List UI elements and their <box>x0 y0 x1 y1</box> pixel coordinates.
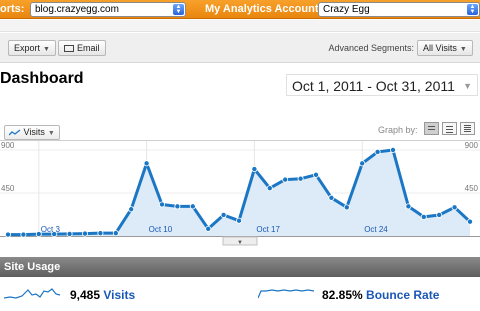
visits-stat[interactable]: 9,485 Visits <box>70 288 135 302</box>
data-point <box>66 230 73 237</box>
x-tick-label: Oct 17 <box>256 225 280 234</box>
graph-by-label: Graph by: <box>378 125 418 135</box>
data-point <box>343 204 350 211</box>
line-chart-icon <box>8 129 21 136</box>
data-point <box>189 203 196 210</box>
segment-select[interactable]: All Visits ▼ <box>417 40 473 56</box>
bounce-rate-value: 82.85% <box>322 288 363 302</box>
metric-selector-label: Visits <box>23 127 45 137</box>
page-title: Dashboard <box>0 70 84 87</box>
data-point <box>374 148 381 155</box>
y-tick-label: 450 <box>1 184 15 193</box>
site-usage-header: Site Usage <box>0 257 480 277</box>
data-point <box>97 230 104 237</box>
envelope-icon <box>64 45 74 52</box>
date-range-value: Oct 1, 2011 - Oct 31, 2011 <box>292 78 455 94</box>
email-button[interactable]: Email <box>58 40 106 56</box>
data-point <box>251 166 258 173</box>
x-tick-label: Oct 24 <box>364 225 388 234</box>
data-point <box>436 211 443 218</box>
chevron-down-icon: ▼ <box>43 46 50 53</box>
divider-strip <box>0 20 480 32</box>
data-point <box>359 160 366 167</box>
export-button[interactable]: Export ▼ <box>8 40 56 56</box>
account-select-value: Crazy Egg <box>323 4 370 15</box>
graph-by-day-button[interactable] <box>424 122 439 135</box>
data-point <box>143 160 150 167</box>
chevron-down-icon: ▼ <box>463 81 472 91</box>
data-point <box>389 147 396 153</box>
data-point <box>235 217 242 224</box>
y-tick-label: 900 <box>465 141 479 150</box>
data-point <box>5 231 11 238</box>
bounce-rate-sparkline <box>258 289 315 299</box>
graph-by-month-button[interactable] <box>460 122 475 135</box>
email-label: Email <box>77 43 100 53</box>
data-point <box>20 231 27 238</box>
data-point <box>112 230 119 237</box>
data-point <box>220 211 227 218</box>
data-point <box>405 203 412 210</box>
export-label: Export <box>14 43 41 53</box>
data-point <box>82 230 89 237</box>
x-tick-label: Oct 10 <box>149 225 173 234</box>
data-point <box>266 185 273 192</box>
select-arrows-icon: ▲ ▼ <box>173 4 184 15</box>
bounce-rate-link[interactable]: Bounce Rate <box>366 288 439 302</box>
site-select[interactable]: blog.crazyegg.com ▲ ▼ <box>30 2 186 17</box>
data-point <box>205 225 212 232</box>
visits-link[interactable]: Visits <box>103 288 135 302</box>
account-select[interactable]: Crazy Egg ▲ ▼ <box>318 2 480 17</box>
reports-label: orts: <box>0 3 25 15</box>
graph-by-week-button[interactable] <box>442 122 457 135</box>
data-point <box>282 176 289 183</box>
account-bar: orts: blog.crazyegg.com ▲ ▼ My Analytics … <box>0 0 480 19</box>
advanced-segments-label: Advanced Segments: <box>328 43 414 53</box>
date-range-picker[interactable]: Oct 1, 2011 - Oct 31, 2011 ▼ <box>286 74 478 96</box>
data-point <box>451 204 458 211</box>
data-point <box>466 218 473 225</box>
y-tick-label: 450 <box>465 184 479 193</box>
data-point <box>420 213 427 220</box>
data-point <box>297 175 304 182</box>
bounce-rate-stat[interactable]: 82.85% Bounce Rate <box>322 288 439 302</box>
y-tick-label: 900 <box>1 141 15 150</box>
chevron-down-icon: ▼ <box>459 46 467 53</box>
data-point <box>328 194 335 201</box>
accounts-label: My Analytics Accounts: <box>205 3 329 15</box>
data-point <box>312 171 319 178</box>
segment-value: All Visits <box>423 43 457 53</box>
data-point <box>158 201 165 208</box>
toolbar: Export ▼ Email Advanced Segments: All Vis… <box>0 33 480 63</box>
visits-line-chart: 900 900 450 450 Oct 3 Oct 10 Oct 17 Oct 24 ▼ <box>0 140 480 246</box>
data-point <box>174 203 181 210</box>
select-arrows-icon: ▲ ▼ <box>467 4 478 15</box>
chevron-down-icon: ▼ <box>47 130 55 137</box>
data-point <box>128 206 135 213</box>
metric-selector[interactable]: Visits ▼ <box>4 125 60 140</box>
visits-sparkline <box>4 288 61 299</box>
visits-value: 9,485 <box>70 288 101 302</box>
x-tick-label: Oct 3 <box>41 225 61 234</box>
chevron-down-icon: ▼ <box>237 240 243 246</box>
site-select-value: blog.crazyegg.com <box>35 4 119 15</box>
